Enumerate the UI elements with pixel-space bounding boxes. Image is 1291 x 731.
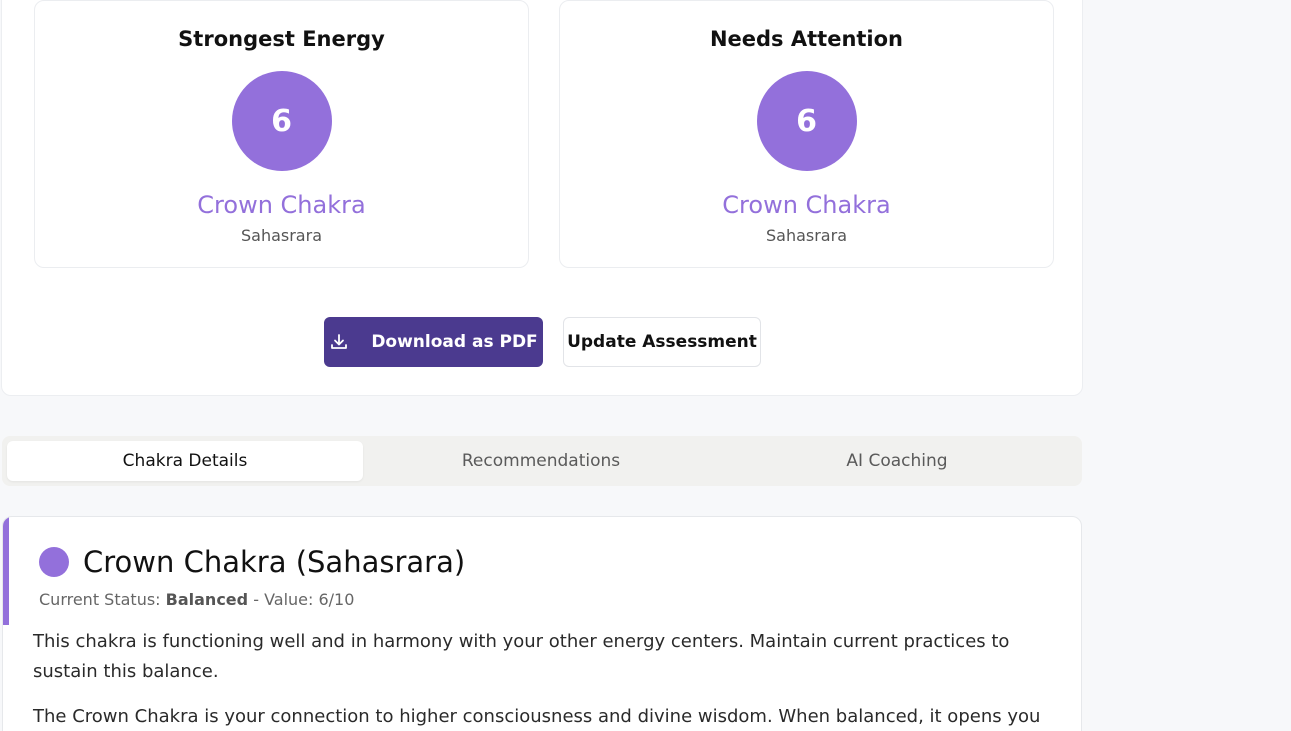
chakra-description: The Crown Chakra is your connection to h… xyxy=(33,706,1041,727)
needs-attention-title: Needs Attention xyxy=(709,27,904,51)
strongest-chakra-sanskrit: Sahasrara xyxy=(240,226,322,245)
strongest-energy-value: 6 xyxy=(231,71,332,171)
chakra-color-dot xyxy=(39,547,69,577)
attention-chakra-name: Crown Chakra xyxy=(722,191,891,219)
chakra-status-description: This chakra is functioning well and in h… xyxy=(33,631,1010,682)
chakra-color-accent xyxy=(3,517,9,625)
status-prefix: Current Status: xyxy=(39,590,161,609)
tab-chakra-details[interactable]: Chakra Details xyxy=(7,441,363,481)
tab-ai-coaching[interactable]: AI Coaching xyxy=(719,441,1075,481)
download-icon xyxy=(329,332,349,352)
status-score: - Value: 6/10 xyxy=(253,590,355,609)
status-value: Balanced xyxy=(165,590,249,609)
chakra-detail-title: Crown Chakra (Sahasrara) xyxy=(83,545,466,579)
strongest-energy-title: Strongest Energy xyxy=(178,27,385,51)
strongest-energy-card: Strongest Energy 6 Crown Chakra Sahasrar… xyxy=(34,0,529,268)
download-pdf-button[interactable]: Download as PDF xyxy=(324,317,543,367)
strongest-chakra-name: Crown Chakra xyxy=(197,191,366,219)
summary-card: Strongest Energy 6 Crown Chakra Sahasrar… xyxy=(1,0,1083,396)
chakra-status: Current Status: Balanced - Value: 6/10 xyxy=(39,590,354,609)
results-page: Strongest Energy 6 Crown Chakra Sahasrar… xyxy=(0,0,1291,731)
tab-recommendations[interactable]: Recommendations xyxy=(363,441,719,481)
download-pdf-label: Download as PDF xyxy=(371,332,538,352)
results-tabs: Chakra Details Recommendations AI Coachi… xyxy=(2,436,1082,486)
needs-attention-card: Needs Attention 6 Crown Chakra Sahasrara xyxy=(559,0,1054,268)
update-assessment-button[interactable]: Update Assessment xyxy=(563,317,761,367)
needs-attention-value: 6 xyxy=(756,71,857,171)
attention-chakra-sanskrit: Sahasrara xyxy=(765,226,847,245)
chakra-detail-card: Crown Chakra (Sahasrara) Current Status:… xyxy=(2,516,1082,731)
